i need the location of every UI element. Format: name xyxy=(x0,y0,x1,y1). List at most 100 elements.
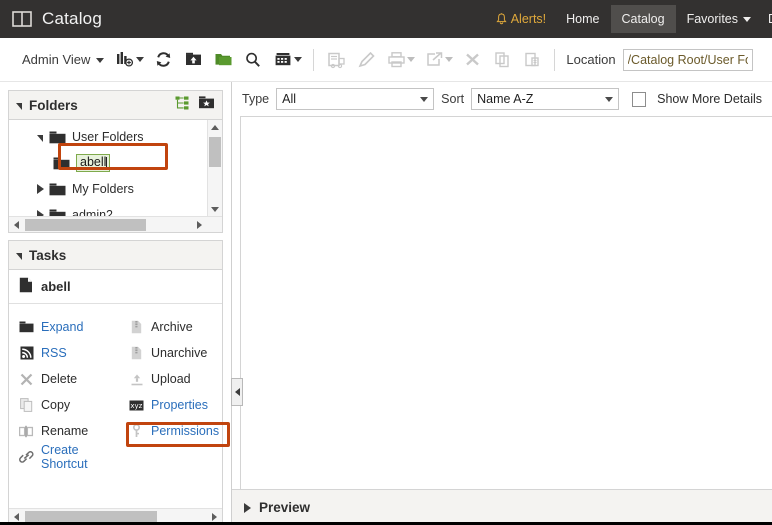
scroll-right-button[interactable] xyxy=(192,220,207,229)
admin-view-menu[interactable]: Admin View xyxy=(16,48,110,71)
tree-node-user-folders[interactable]: User Folders xyxy=(9,124,222,150)
scroll-left-button[interactable] xyxy=(9,512,24,521)
calendar-dropdown-caret[interactable] xyxy=(294,57,303,62)
tasks-panel-header[interactable]: Tasks xyxy=(9,241,222,270)
task-label: Permissions xyxy=(151,424,220,438)
tasks-object-name: abell xyxy=(41,279,71,294)
type-filter-select[interactable]: All xyxy=(276,88,435,110)
task-expand[interactable]: Expand xyxy=(9,314,119,340)
expand-triangle-icon[interactable] xyxy=(31,184,49,194)
key-icon xyxy=(129,424,144,439)
new-folder-icon[interactable] xyxy=(208,45,238,75)
scrollbar-track[interactable] xyxy=(24,509,207,522)
scroll-right-button[interactable] xyxy=(207,512,222,521)
nav-item-home[interactable]: Home xyxy=(555,5,610,33)
copy-icon xyxy=(487,45,517,75)
folder-open-icon xyxy=(19,320,34,335)
alerts-button[interactable]: Alerts! xyxy=(487,12,555,26)
nav-item-favorites[interactable]: Favorites xyxy=(676,5,762,33)
bell-icon xyxy=(496,13,507,25)
task-create-shortcut[interactable]: Create Shortcut xyxy=(9,443,119,471)
folder-rename-input[interactable]: abell xyxy=(76,154,111,172)
location-label: Location xyxy=(566,52,616,67)
toolbar-divider xyxy=(313,48,315,71)
scrollbar-thumb[interactable] xyxy=(25,510,157,522)
folder-icon xyxy=(49,131,66,144)
scroll-down-button[interactable] xyxy=(208,202,222,216)
collapse-triangle-icon[interactable] xyxy=(16,102,22,110)
folder-icon xyxy=(49,209,66,216)
alerts-label: Alerts! xyxy=(510,12,547,26)
folder-icon xyxy=(53,157,70,170)
task-archive[interactable]: Archive xyxy=(119,314,222,340)
tree-node-label: User Folders xyxy=(72,130,144,144)
folder-icon xyxy=(49,183,66,196)
tree-node-my-folders[interactable]: My Folders xyxy=(9,176,222,202)
task-label: Rename xyxy=(41,424,89,438)
task-upload[interactable]: Upload xyxy=(119,366,222,392)
folder-tree-vertical-scrollbar[interactable] xyxy=(207,120,222,216)
chevron-down-icon xyxy=(96,57,105,63)
preview-panel-header[interactable]: Preview xyxy=(232,489,772,522)
search-icon[interactable] xyxy=(238,45,268,75)
task-label: Unarchive xyxy=(151,346,208,360)
sort-filter-select[interactable]: Name A-Z xyxy=(471,88,619,110)
unarchive-file-icon xyxy=(129,346,144,361)
catalog-items-area[interactable] xyxy=(240,116,772,489)
task-properties[interactable]: xyz Properties xyxy=(119,392,222,418)
type-filter-label: Type xyxy=(242,92,270,106)
page-title: Catalog xyxy=(42,9,102,28)
favorites-folder-icon[interactable] xyxy=(198,95,215,115)
location-input[interactable] xyxy=(622,48,753,71)
scrollbar-track[interactable] xyxy=(24,217,192,233)
tree-view-icon[interactable] xyxy=(175,96,189,115)
chevron-left-icon xyxy=(234,388,240,396)
task-rename[interactable]: Rename xyxy=(9,418,119,444)
scroll-left-button[interactable] xyxy=(9,220,24,229)
link-chain-icon xyxy=(19,450,34,465)
folders-panel-header[interactable]: Folders xyxy=(9,91,222,120)
task-delete[interactable]: Delete xyxy=(9,366,119,392)
chevron-down-icon xyxy=(420,96,429,102)
tree-node-abell[interactable]: abell xyxy=(9,150,222,176)
main-body: Folders User Folders abell My Folders ad… xyxy=(0,82,772,522)
left-pane-collapse-handle[interactable] xyxy=(231,378,243,406)
tasks-list: Expand Archive RSS Unarchive Delete Uplo… xyxy=(9,304,222,508)
book-icon xyxy=(12,11,32,27)
folder-tree-horizontal-scrollbar[interactable] xyxy=(9,216,222,232)
show-more-details-checkbox[interactable] xyxy=(631,91,647,107)
chevron-down-icon xyxy=(604,96,613,102)
folders-panel-actions xyxy=(175,95,215,115)
scrollbar-thumb[interactable] xyxy=(209,137,221,167)
tasks-horizontal-scrollbar[interactable] xyxy=(9,508,222,522)
task-unarchive[interactable]: Unarchive xyxy=(119,340,222,366)
scrollbar-thumb[interactable] xyxy=(25,218,146,231)
task-rss[interactable]: RSS xyxy=(9,340,119,366)
x-delete-icon xyxy=(19,372,34,387)
tasks-panel-title: Tasks xyxy=(29,247,67,263)
right-pane: Type All Sort Name A-Z Show More Details… xyxy=(232,82,772,522)
scroll-up-button[interactable] xyxy=(208,120,222,134)
tree-node-admin2[interactable]: admin2 xyxy=(9,202,222,216)
tree-node-label: My Folders xyxy=(72,182,134,196)
chevron-down-icon xyxy=(743,17,751,22)
global-nav: Alerts! Home Catalog Favorites D xyxy=(487,0,772,38)
task-label: Expand xyxy=(41,320,84,334)
task-permissions[interactable]: Permissions xyxy=(119,418,222,444)
nav-item-catalog[interactable]: Catalog xyxy=(610,5,676,33)
type-filter-value: All xyxy=(282,92,297,106)
xyz-properties-icon: xyz xyxy=(129,398,144,413)
expand-triangle-icon[interactable] xyxy=(31,133,49,142)
refresh-icon[interactable] xyxy=(148,45,178,75)
tasks-selected-object: abell xyxy=(9,270,222,304)
expand-triangle-icon[interactable] xyxy=(244,502,251,513)
upload-icon[interactable] xyxy=(178,45,208,75)
nav-item-dashboards-truncated[interactable]: D xyxy=(762,5,772,33)
task-copy[interactable]: Copy xyxy=(9,392,119,418)
collapse-triangle-icon[interactable] xyxy=(16,252,22,260)
folders-panel-title: Folders xyxy=(29,97,78,113)
archive-icon xyxy=(321,45,351,75)
show-more-details-label: Show More Details xyxy=(657,92,763,106)
new-analysis-dropdown-caret[interactable] xyxy=(136,57,145,62)
task-label: Archive xyxy=(151,320,193,334)
